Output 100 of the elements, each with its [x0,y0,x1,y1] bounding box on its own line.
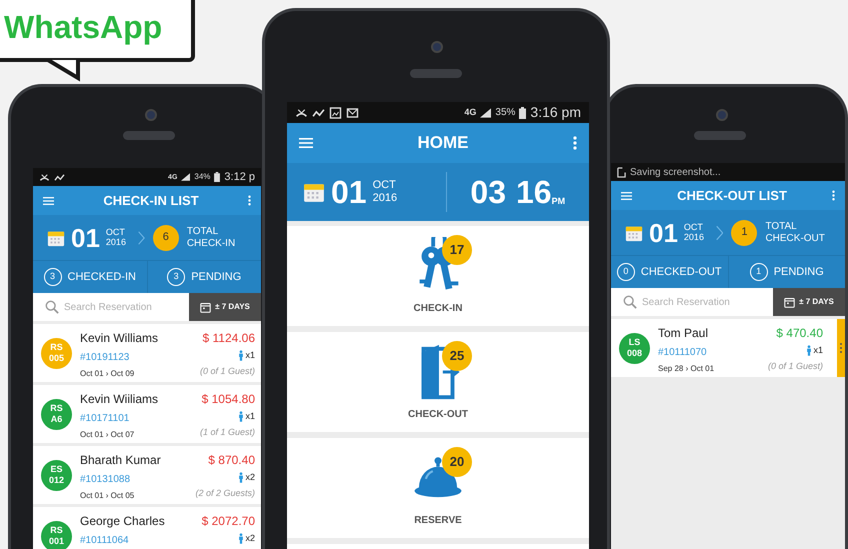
reservation-code: RS A6 [41,398,72,430]
reservation-number: #10171101 [80,412,130,426]
reservation-number: #10191123 [80,351,130,365]
more-button[interactable] [832,190,835,201]
reservation-card[interactable]: RS 005 Kevin Williams #10191123 Oct 01 › Oct 09 $ 1124.06 x1 (0 of 1 Guest) [33,324,261,382]
guest-status: (2 of 2 Guests) [195,486,255,500]
more-button[interactable] [573,136,577,150]
mail-icon [346,106,359,118]
total-count-badge: 1 [731,220,758,246]
guest-name: Tom Paul [658,325,710,342]
reservation-code: ES 012 [41,460,72,490]
menu-tile[interactable]: 17 CHECK-IN [287,226,589,326]
amount: $ 1124.06 [202,330,255,347]
clock-minutes: 16 [516,176,552,208]
date-day: 01 [71,224,100,250]
screen-title: HOME [416,132,470,154]
guest-status: (0 of 1 Guest) [768,360,823,373]
missed-call-icon [295,106,308,118]
total-label: TOTAL CHECK-OUT [765,220,826,244]
screenshot-icon [617,166,626,178]
card-handle[interactable] [837,319,845,377]
menu-button[interactable] [621,192,632,200]
more-icon [573,136,577,150]
guest-count: x1 [245,410,255,423]
person-icon [238,350,244,362]
date-month: OCT [106,228,126,237]
person-icon [806,345,812,356]
banner-text: WhatsApp [4,11,162,43]
amount: $ 470.40 [776,325,823,342]
status-time: 3:12 p [224,170,255,185]
amount: $ 1054.80 [202,391,255,408]
menu-icon [43,196,54,204]
more-icon [248,195,251,206]
guest-count: x1 [245,349,255,362]
clock-hours: 03 [470,176,506,208]
date-range-button[interactable]: ± 7 DAYS [773,288,845,316]
reservation-card[interactable]: RS A6 Kevin Wiiliams #10171101 Oct 01 › Oct 07 $ 1054.80 x1 (1 of 1 Guest) [33,385,261,443]
filter-tab[interactable]: 0 CHECKED-OUT [611,256,728,288]
reservation-code: RS 001 [41,520,72,549]
stay-dates: Oct 01 › Oct 07 [80,429,136,441]
stay-dates: Sep 28 › Oct 01 [658,363,716,375]
speaker-grille [123,131,175,140]
date-day: 01 [649,220,678,246]
count-badge: 17 [442,234,472,264]
search-input[interactable]: Search Reservation [642,294,773,310]
total-label: TOTAL CHECK-IN [186,226,236,250]
calendar-icon [47,228,65,246]
battery-icon [519,106,526,118]
reservation-card[interactable]: LS 008 Tom Paul #10111070 Sep 28 › Oct 01 $ 470.40 x1 (0 of 1 Guest) [611,319,845,377]
guest-name: Bharath Kumar [80,452,162,469]
speaker-grille [694,131,746,140]
menu-button[interactable] [299,138,313,148]
menu-tile[interactable]: 25 CHECK-OUT [287,332,589,432]
camera-lens [145,109,157,121]
date-year: 2016 [106,238,126,247]
chevron-icon [716,224,724,242]
screen-title: CHECK-IN LIST [102,192,200,210]
search-field[interactable]: Search Reservation [33,293,189,321]
amount: $ 870.40 [208,452,255,469]
date-range-button[interactable]: ± 7 DAYS [189,293,261,321]
total-count-badge: 6 [152,224,179,250]
notification-text: Saving screenshot... [630,166,721,180]
guest-name: George Charles [80,513,166,530]
menu-button[interactable] [43,196,54,204]
search-field[interactable]: Search Reservation [611,288,773,316]
more-icon [832,190,835,201]
reservation-number: #10111070 [658,346,708,360]
battery-label: 34% [194,171,210,183]
date-month: OCT [684,223,704,232]
filter-tab[interactable]: 3 CHECKED-IN [33,261,146,293]
image-icon [329,106,342,118]
guest-count: x2 [245,471,255,484]
more-button[interactable] [248,195,251,206]
signal-icon [181,173,190,181]
camera-lens [431,41,443,53]
count-badge: 25 [442,340,472,370]
count-badge: 20 [442,446,472,476]
reservation-card[interactable]: RS 001 George Charles #10111064 $ 2072.70 x2 [33,507,261,549]
reservation-card[interactable]: ES 012 Bharath Kumar #10131088 Oct 01 › Oct 05 $ 870.40 x2 (2 of 2 Guests) [33,446,261,504]
calendar-icon [625,224,643,242]
network-label: 4G [464,108,476,117]
menu-icon [621,192,632,200]
calendar-icon [200,302,212,312]
screen-title: CHECK-OUT LIST [676,186,788,205]
person-icon [238,533,244,544]
search-icon [45,300,59,314]
search-input[interactable]: Search Reservation [64,300,189,314]
menu-tile[interactable]: 20 RESERVE [287,438,589,538]
clock-period: PM [552,197,566,206]
guest-name: Kevin Wiiliams [80,391,160,408]
signal-icon [480,108,492,118]
reservation-number: #10131088 [80,473,132,487]
reservation-number: #10111064 [80,534,130,548]
battery-label: 35% [495,106,516,120]
guest-count: x1 [813,344,823,357]
date-year: 2016 [372,193,398,204]
menu-icon [299,138,313,148]
camera-lens [716,109,728,121]
calendar-icon [784,296,796,308]
person-icon [238,472,244,484]
